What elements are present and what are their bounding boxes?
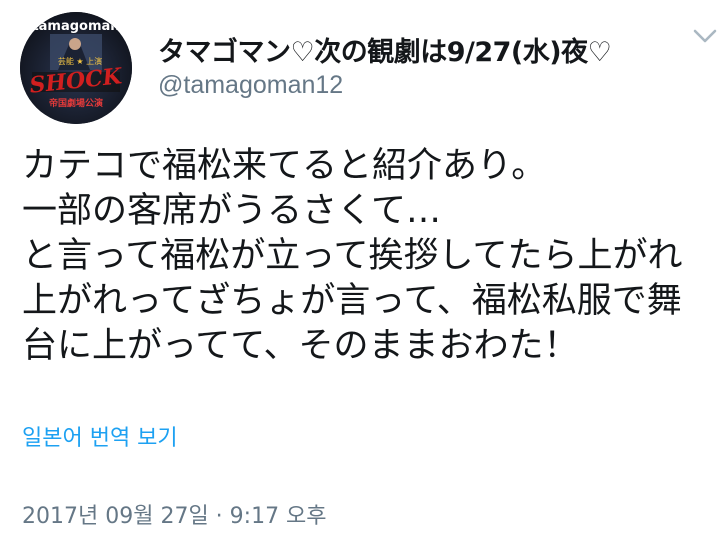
avatar-caption-text: 帝国劇場公演 bbox=[49, 97, 103, 109]
tweet-timestamp[interactable]: 2017년 09월 27일 · 9:17 오후 bbox=[22, 498, 327, 530]
tweet-line: 一部の客席がうるさくて… bbox=[22, 191, 441, 231]
display-name[interactable]: タマゴマン♡次の観劇は9/27(水)夜♡ bbox=[158, 30, 612, 69]
tweet-text: カテコで福松来てると紹介あり。 一部の客席がうるさくて… と言って福松が立って挨… bbox=[22, 144, 712, 369]
chevron-down-icon[interactable] bbox=[692, 26, 718, 46]
tweet-line: 上がれってざちょが言って、福松私服で舞 bbox=[22, 281, 682, 321]
translate-link[interactable]: 일본어 번역 보기 bbox=[22, 420, 178, 452]
avatar[interactable]: tamagoman 芸能 ★ 上演 SHOCK 帝国劇場公演 bbox=[20, 12, 132, 124]
avatar-logo-sub: 芸能 ★ 上演 bbox=[58, 56, 102, 66]
user-handle[interactable]: @tamagoman12 bbox=[158, 71, 343, 100]
tweet-line: 台に上がってて、そのままおわた！ bbox=[22, 326, 579, 366]
tweet-line: と言って福松が立って挨拶してたら上がれ bbox=[22, 236, 683, 276]
avatar-logo-text: tamagoman bbox=[32, 19, 119, 34]
tweet-line: カテコで福松来てると紹介あり。 bbox=[22, 146, 547, 186]
